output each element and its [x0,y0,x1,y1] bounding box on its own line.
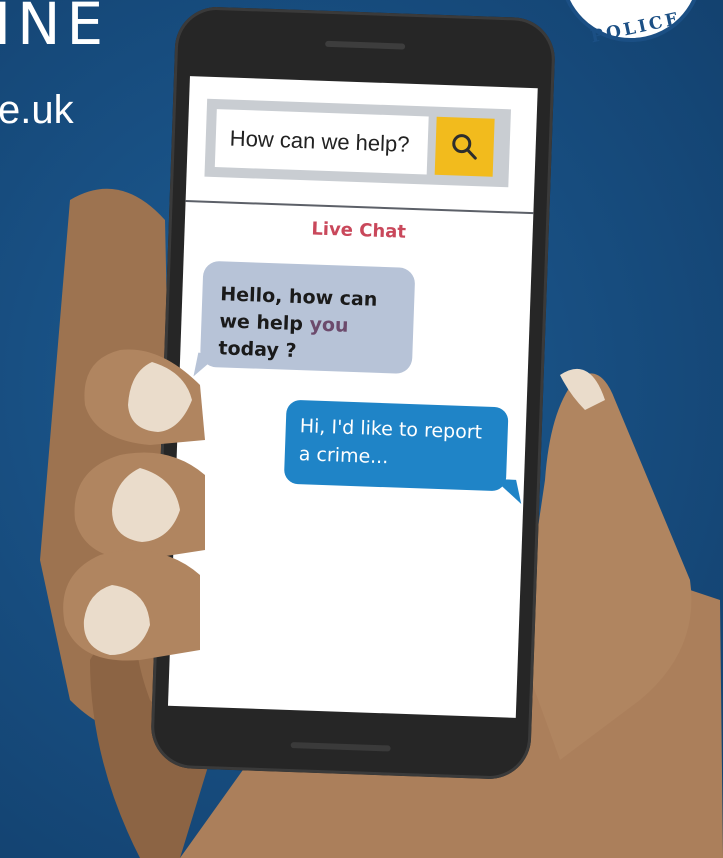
hand-fingers [63,349,205,661]
poster: INE e.uk POLICE How can we help? Live Ch… [0,0,723,858]
